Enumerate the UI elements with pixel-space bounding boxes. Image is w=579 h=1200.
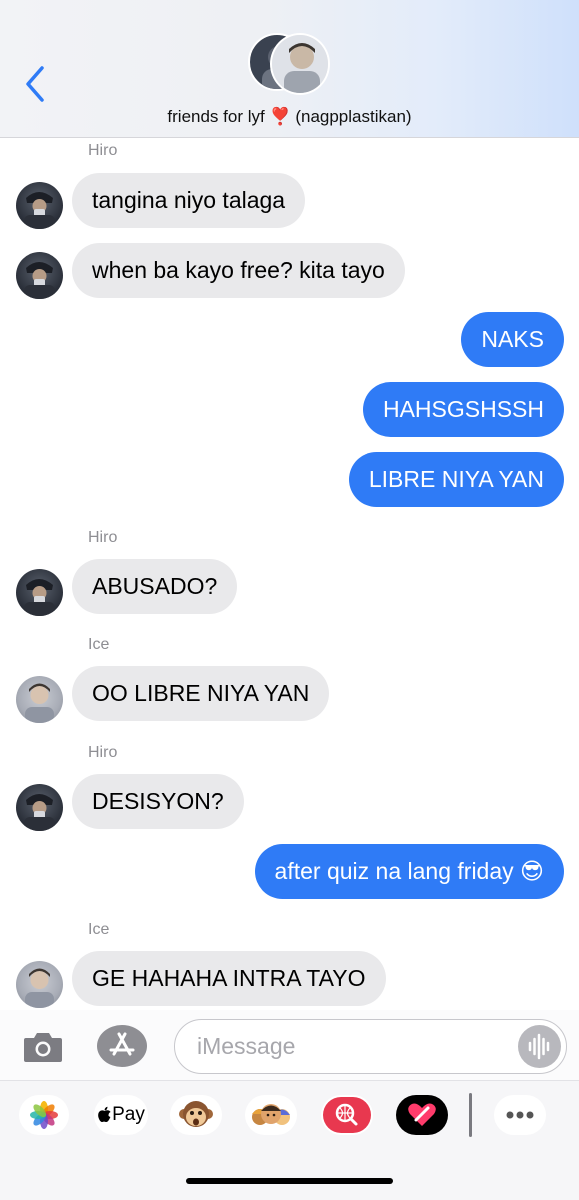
message-bubble-incoming[interactable]: ABUSADO?: [72, 559, 238, 614]
conversation-title[interactable]: friends for lyf ❣️ (nagpplastikan): [0, 107, 579, 127]
avatar[interactable]: [16, 676, 63, 723]
message-field[interactable]: [174, 1019, 567, 1074]
image-search-button[interactable]: [321, 1095, 373, 1135]
sender-name: Hiro: [88, 529, 118, 546]
camera-button[interactable]: [22, 1030, 64, 1064]
back-chevron-icon: [26, 66, 44, 102]
apple-pay-label: Pay: [112, 1104, 145, 1125]
memoji-icon: [252, 1104, 290, 1125]
group-member-avatar: [270, 33, 330, 95]
digital-touch-button[interactable]: [396, 1095, 448, 1135]
group-avatar[interactable]: [248, 33, 332, 99]
sender-name: Hiro: [88, 142, 118, 159]
message-bubble-outgoing[interactable]: NAKS: [461, 312, 564, 367]
app-store-icon: [109, 1032, 135, 1056]
more-apps-button[interactable]: [494, 1095, 546, 1135]
sender-name: Hiro: [88, 744, 118, 761]
message-bubble-incoming[interactable]: OO LIBRE NIYA YAN: [72, 666, 330, 721]
sender-name: Ice: [88, 636, 110, 653]
message-bubble-incoming[interactable]: DESISYON?: [72, 774, 244, 829]
avatar[interactable]: [16, 252, 63, 299]
animoji-monkey-icon: [179, 1101, 213, 1127]
message-bubble-incoming[interactable]: tangina niyo talaga: [72, 173, 306, 228]
camera-icon: [24, 1033, 62, 1062]
message-bubble-outgoing[interactable]: LIBRE NIYA YAN: [348, 452, 564, 507]
more-icon: [506, 1111, 534, 1119]
message-bubble-incoming[interactable]: when ba kayo free? kita tayo: [72, 243, 405, 298]
audio-message-button[interactable]: [518, 1025, 561, 1068]
avatar[interactable]: [16, 182, 63, 229]
composer-bar: [0, 1010, 579, 1080]
apple-pay-icon: [98, 1106, 111, 1122]
avatar[interactable]: [16, 569, 63, 616]
drawer-divider: [469, 1093, 472, 1137]
message-bubble-outgoing[interactable]: HAHSGSHSSH: [362, 382, 564, 437]
audio-waveform-icon: [528, 1033, 550, 1060]
back-button[interactable]: [22, 64, 52, 104]
memoji-button[interactable]: [245, 1095, 297, 1135]
digital-touch-icon: [408, 1103, 436, 1126]
avatar[interactable]: [16, 784, 63, 831]
message-bubble-outgoing[interactable]: after quiz na lang friday 😎: [254, 844, 564, 899]
photos-icon: [30, 1101, 58, 1129]
apple-pay-button[interactable]: Pay: [94, 1095, 148, 1135]
image-search-icon: [323, 1097, 371, 1133]
message-bubble-incoming[interactable]: GE HAHAHA INTRA TAYO: [72, 951, 386, 1006]
home-indicator[interactable]: [186, 1178, 393, 1184]
photos-app-button[interactable]: [19, 1095, 69, 1135]
conversation-header: friends for lyf ❣️ (nagpplastikan): [0, 0, 579, 138]
animoji-button[interactable]: [170, 1095, 222, 1135]
app-store-button[interactable]: [97, 1025, 147, 1067]
sender-name: Ice: [88, 921, 110, 938]
message-input[interactable]: [197, 1020, 497, 1072]
avatar[interactable]: [16, 961, 63, 1008]
